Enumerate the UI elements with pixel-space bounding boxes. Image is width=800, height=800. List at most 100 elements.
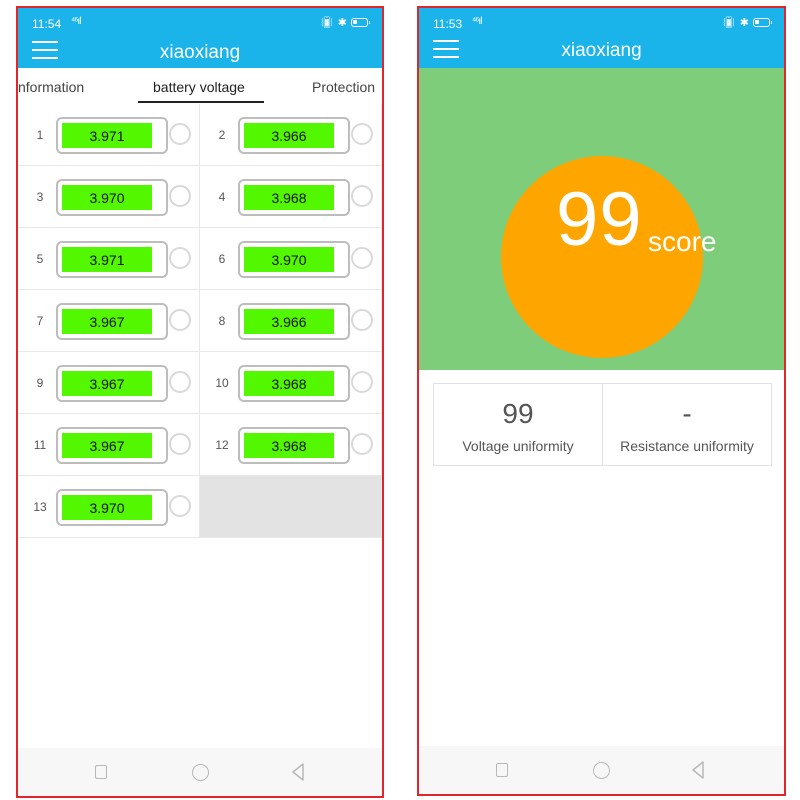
cell-item: 11 3.967 [18, 414, 200, 476]
cell-battery[interactable]: 3.966 [238, 117, 350, 154]
balance-indicator-radio[interactable] [351, 247, 373, 269]
cell-battery[interactable]: 3.967 [56, 365, 168, 402]
cell-voltage: 3.970 [62, 495, 152, 520]
cell-index: 3 [36, 190, 44, 204]
status-time: 11:54 [32, 17, 62, 31]
cell-battery[interactable]: 3.970 [56, 179, 168, 216]
score-unit: score [648, 226, 717, 257]
cell-voltage: 3.971 [62, 123, 152, 148]
cell-voltage: 3.967 [62, 309, 152, 334]
cell-index: 6 [218, 252, 226, 266]
app-bar: 11:54 ⁴⁶ıl 📳︎ ✱ xiaoxiang [18, 8, 382, 68]
system-nav-bar [18, 748, 382, 796]
cell-voltage: 3.968 [244, 433, 334, 458]
balance-indicator-radio[interactable] [351, 185, 373, 207]
cell-index: 2 [218, 128, 226, 142]
balance-indicator-radio[interactable] [169, 371, 191, 393]
back-icon[interactable] [691, 761, 705, 779]
tab-information[interactable]: nformation [18, 79, 84, 95]
cell-voltage: 3.970 [62, 185, 152, 210]
score-panel: 99 score [419, 68, 784, 370]
recent-apps-icon[interactable] [95, 765, 107, 779]
cell-index: 7 [36, 314, 44, 328]
cell-battery[interactable]: 3.970 [56, 489, 168, 526]
status-time: 11:53 [433, 17, 463, 31]
cell-battery[interactable]: 3.968 [238, 427, 350, 464]
vibrate-icon: 📳︎ [319, 17, 334, 29]
voltage-uniformity-metric: 99 Voltage uniformity [434, 384, 602, 465]
signal-icon: ⁴⁶ıl [472, 16, 482, 27]
cell-voltage: 3.966 [244, 309, 334, 334]
cell-battery[interactable]: 3.967 [56, 303, 168, 340]
cell-index: 4 [218, 190, 226, 204]
tab-battery-voltage[interactable]: battery voltage [153, 79, 245, 95]
metric-label: Voltage uniformity [462, 438, 574, 454]
vibrate-icon: 📳︎ [721, 17, 736, 29]
app-title: xiaoxiang [561, 40, 642, 61]
battery-voltage-screen: 11:54 ⁴⁶ıl 📳︎ ✱ xiaoxiang nformation bat… [16, 6, 384, 798]
balance-indicator-radio[interactable] [169, 309, 191, 331]
resistance-uniformity-metric: - Resistance uniformity [602, 384, 771, 465]
cell-battery[interactable]: 3.966 [238, 303, 350, 340]
cell-item: 1 3.971 [18, 104, 200, 166]
home-icon[interactable] [192, 764, 209, 781]
balance-indicator-radio[interactable] [351, 371, 373, 393]
recent-apps-icon[interactable] [496, 763, 508, 777]
cell-item: 7 3.967 [18, 290, 200, 352]
cell-item: 6 3.970 [200, 228, 382, 290]
balance-indicator-radio[interactable] [351, 123, 373, 145]
cell-item: 4 3.968 [200, 166, 382, 228]
home-icon[interactable] [593, 762, 610, 779]
uniformity-metrics: 99 Voltage uniformity - Resistance unifo… [433, 383, 772, 466]
cell-voltage: 3.968 [244, 371, 334, 396]
cell-battery[interactable]: 3.971 [56, 117, 168, 154]
metric-value: - [682, 398, 692, 429]
balance-indicator-radio[interactable] [351, 433, 373, 455]
system-nav-bar [419, 746, 784, 794]
cell-item: 5 3.971 [18, 228, 200, 290]
cell-item: 10 3.968 [200, 352, 382, 414]
metric-value: 99 [502, 398, 534, 429]
back-icon[interactable] [291, 763, 305, 781]
tab-bar: nformation battery voltage Protection [18, 68, 382, 105]
cell-voltage: 3.971 [62, 247, 152, 272]
cell-battery[interactable]: 3.968 [238, 365, 350, 402]
balance-indicator-radio[interactable] [169, 123, 191, 145]
cell-index: 11 [33, 438, 47, 452]
tab-protection[interactable]: Protection [312, 79, 375, 95]
cell-voltage: 3.967 [62, 371, 152, 396]
score-value: 99 [556, 177, 643, 262]
battery-score-screen: 11:53 ⁴⁶ıl 📳︎ ✱ xiaoxiang 99 score 99 Vo… [417, 6, 786, 796]
battery-icon [351, 18, 370, 27]
status-icons: 📳︎ ✱ [721, 16, 772, 29]
cell-index: 13 [33, 500, 47, 514]
balance-indicator-radio[interactable] [169, 433, 191, 455]
cell-voltage: 3.967 [62, 433, 152, 458]
cell-item: 13 3.970 [18, 476, 200, 538]
cell-index: 5 [36, 252, 44, 266]
cell-index: 12 [215, 438, 229, 452]
balance-indicator-radio[interactable] [169, 247, 191, 269]
cell-item: 9 3.967 [18, 352, 200, 414]
cell-item: 8 3.966 [200, 290, 382, 352]
cell-item: 12 3.968 [200, 414, 382, 476]
cell-voltage: 3.966 [244, 123, 334, 148]
cell-index: 9 [36, 376, 44, 390]
bluetooth-icon: ✱ [739, 17, 749, 29]
cell-voltage: 3.970 [244, 247, 334, 272]
app-bar: 11:53 ⁴⁶ıl 📳︎ ✱ xiaoxiang [419, 8, 784, 68]
cell-battery[interactable]: 3.967 [56, 427, 168, 464]
balance-indicator-radio[interactable] [169, 185, 191, 207]
cell-battery[interactable]: 3.968 [238, 179, 350, 216]
cell-item: 2 3.966 [200, 104, 382, 166]
empty-cell-slot [200, 476, 382, 538]
cell-battery[interactable]: 3.970 [238, 241, 350, 278]
balance-indicator-radio[interactable] [169, 495, 191, 517]
battery-icon [753, 18, 772, 27]
cell-item: 3 3.970 [18, 166, 200, 228]
cell-battery[interactable]: 3.971 [56, 241, 168, 278]
status-icons: 📳︎ ✱ [319, 16, 370, 29]
balance-indicator-radio[interactable] [351, 309, 373, 331]
cell-index: 1 [36, 128, 44, 142]
metric-label: Resistance uniformity [620, 438, 754, 454]
